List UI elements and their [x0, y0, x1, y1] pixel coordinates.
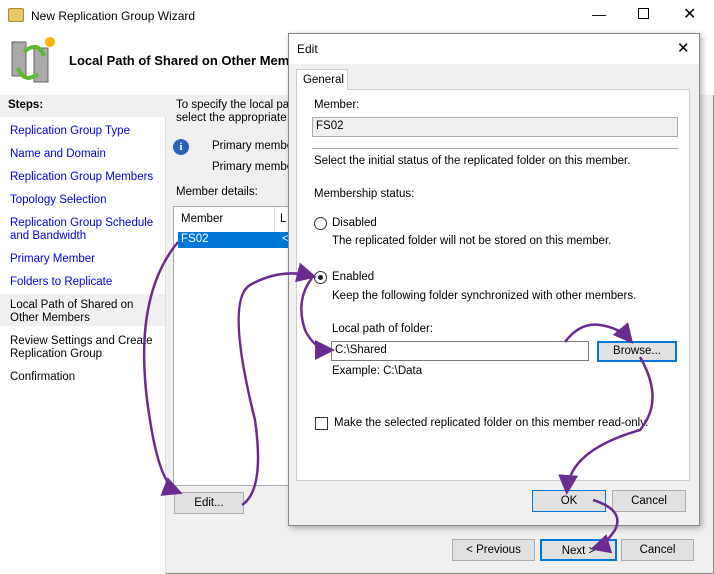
tab-general[interactable]: General — [296, 69, 348, 90]
path-example: Example: C:\Data — [332, 365, 423, 377]
edit-button[interactable]: Edit... — [174, 492, 244, 514]
table-row[interactable]: FS02 < — [178, 232, 292, 248]
browse-button[interactable]: Browse... — [597, 341, 677, 362]
maximize-button[interactable] — [638, 8, 649, 19]
general-tab-panel: Member: FS02 Select the initial status o… — [296, 89, 690, 481]
step-confirmation: Confirmation — [10, 371, 76, 383]
member-field: FS02 — [312, 117, 678, 137]
intro-text-line2: select the appropriate m — [176, 112, 300, 124]
step-schedule-bandwidth[interactable]: Replication Group Schedule and Bandwidth — [10, 217, 160, 243]
dialog-title: Edit — [297, 42, 318, 56]
step-replication-group-members[interactable]: Replication Group Members — [10, 171, 160, 184]
intro-text-line1: To specify the local path — [176, 99, 299, 111]
window-title: New Replication Group Wizard — [31, 9, 196, 23]
step-folders-to-replicate[interactable]: Folders to Replicate — [10, 276, 160, 289]
info-icon: i — [173, 139, 189, 155]
step-replication-group-type[interactable]: Replication Group Type — [10, 125, 160, 138]
page-title: Local Path of Shared on Other Members — [69, 53, 289, 68]
column-header-member[interactable]: Member — [181, 213, 223, 225]
readonly-label[interactable]: Make the selected replicated folder on t… — [334, 417, 648, 429]
enabled-description: Keep the following folder synchronized w… — [332, 290, 637, 302]
step-primary-member[interactable]: Primary Member — [10, 253, 160, 266]
wizard-app-icon — [8, 8, 24, 22]
minimize-button[interactable]: — — [592, 6, 606, 22]
wizard-cancel-button[interactable]: Cancel — [621, 539, 694, 561]
member-label: Member: — [314, 99, 360, 111]
close-button[interactable]: ✕ — [683, 4, 696, 24]
readonly-checkbox[interactable] — [315, 417, 328, 430]
membership-status-label: Membership status: — [314, 188, 415, 200]
dialog-title-bar — [289, 34, 699, 64]
disabled-radio[interactable] — [314, 217, 327, 230]
primary-member-info-2: Primary member — [212, 161, 297, 173]
step-topology-selection[interactable]: Topology Selection — [10, 194, 160, 207]
title-bar: New Replication Group Wizard — ✕ — [0, 0, 714, 32]
member-details-label: Member details: — [176, 186, 258, 198]
replication-servers-icon — [11, 37, 55, 83]
column-header-local-path[interactable]: L — [280, 213, 286, 225]
dialog-cancel-button[interactable]: Cancel — [612, 490, 686, 512]
member-details-list[interactable]: Member L FS02 < — [173, 206, 293, 486]
steps-header: Steps: — [0, 95, 166, 117]
enabled-radio[interactable] — [314, 271, 327, 284]
step-name-and-domain[interactable]: Name and Domain — [10, 148, 160, 161]
dialog-close-icon[interactable]: ✕ — [677, 39, 690, 57]
row-member: FS02 — [181, 233, 209, 245]
ok-button[interactable]: OK — [532, 490, 606, 512]
primary-member-info: Primary member: — [212, 140, 301, 152]
edit-dialog: Edit ✕ General Member: FS02 Select the i… — [288, 33, 700, 526]
divider — [312, 148, 678, 149]
select-status-text: Select the initial status of the replica… — [314, 155, 631, 167]
disabled-description: The replicated folder will not be stored… — [332, 235, 612, 247]
step-review-settings: Review Settings and Create Replication G… — [10, 335, 153, 360]
step-local-path-current: Local Path of Shared on Other Members — [10, 299, 134, 324]
disabled-label[interactable]: Disabled — [332, 217, 377, 229]
previous-button[interactable]: < Previous — [452, 539, 535, 561]
local-path-input[interactable]: C:\Shared — [331, 341, 589, 361]
next-button[interactable]: Next > — [540, 539, 617, 561]
local-path-label: Local path of folder: — [332, 323, 434, 335]
enabled-label[interactable]: Enabled — [332, 271, 374, 283]
